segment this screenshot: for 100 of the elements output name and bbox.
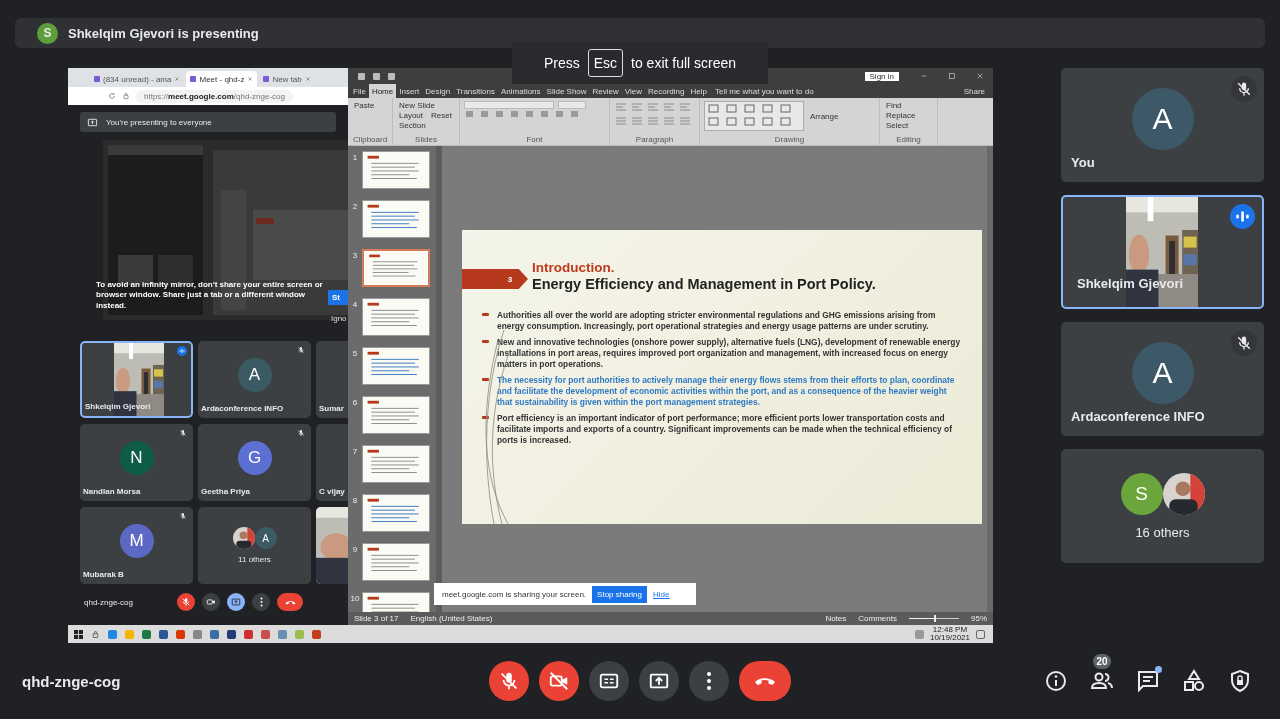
slide-thumbnail[interactable] xyxy=(362,396,430,434)
present-button[interactable] xyxy=(227,593,245,611)
slide-thumbnail[interactable] xyxy=(362,494,430,532)
slide-thumbnail[interactable] xyxy=(362,543,430,581)
meeting-code: qhd-znge-cog xyxy=(21,672,122,690)
reload-icon xyxy=(108,92,116,100)
sign-in-button[interactable]: Sign in xyxy=(864,71,899,81)
close-icon xyxy=(247,76,254,82)
info-button[interactable] xyxy=(1044,669,1068,693)
captions-button[interactable] xyxy=(589,661,629,701)
slide-thumbnail[interactable] xyxy=(362,347,430,385)
ribbon-tab[interactable]: Recording xyxy=(645,84,688,98)
microphone-button[interactable] xyxy=(489,661,529,701)
more-button[interactable] xyxy=(252,593,270,611)
avatar: G xyxy=(237,440,272,475)
ribbon-tab[interactable]: Help xyxy=(687,84,710,98)
shapes-button[interactable] xyxy=(1182,669,1206,693)
shield-button[interactable] xyxy=(1228,669,1252,693)
slide-thumbnail[interactable] xyxy=(362,298,430,336)
windows-icon[interactable] xyxy=(74,629,83,639)
camera-button[interactable] xyxy=(202,593,220,611)
ribbon-group-label: Paragraph xyxy=(634,135,675,144)
ribbon-tab[interactable]: Animations xyxy=(498,84,544,98)
bullet-icon xyxy=(482,416,489,420)
presenting-message: Shkelqim Gjevori is presenting xyxy=(68,25,259,41)
ribbon-button[interactable]: Replace xyxy=(884,111,918,120)
slide-thumbnail[interactable] xyxy=(362,445,430,483)
tell-me-field[interactable]: Tell me what you want to do xyxy=(714,84,814,98)
shapes-icon xyxy=(1182,669,1206,693)
ribbon-tab[interactable]: Design xyxy=(422,84,454,98)
clock[interactable]: 12:48 PM 10/19/2021 xyxy=(929,625,970,643)
participant-name: Mubarak B xyxy=(83,570,124,579)
font-size-field[interactable] xyxy=(558,101,586,109)
participant-name: C vijay xyxy=(319,487,345,496)
minimize-icon[interactable] xyxy=(921,73,927,79)
zoom-level[interactable]: 95% xyxy=(971,614,987,623)
bullet-text: Authorities all over the world are adopting stricter environmental regulations and GHG emissions arising from energy consumption. Increasingly, port operational strategies and energy usage patterns are under scrutiny. xyxy=(497,310,937,332)
present-button[interactable] xyxy=(639,661,679,701)
slide-thumbnail[interactable] xyxy=(362,249,430,287)
ribbon-button[interactable]: Layout xyxy=(397,111,426,120)
ribbon-tab[interactable]: Home xyxy=(368,84,397,98)
browser-tab[interactable]: New tab xyxy=(259,71,315,87)
ribbon-button[interactable]: Paste xyxy=(352,101,377,110)
comments-button[interactable]: Comments xyxy=(858,614,897,623)
close-icon[interactable] xyxy=(977,73,983,79)
font-name-field[interactable] xyxy=(464,101,554,109)
ribbon-tab[interactable]: Review xyxy=(589,84,622,98)
slide-number: 7 xyxy=(351,446,359,456)
ribbon-button[interactable]: Find xyxy=(884,101,904,110)
stop-sharing-button[interactable]: Stop sharing xyxy=(592,585,647,603)
share-button[interactable]: St xyxy=(328,290,348,305)
bullet-text: Port efficiency is an important indicator of port performance; more efficient ports lower transportation costs and facilitate imports and exports of a country. Significant improvements can be made when the technical efficiency of ports is increased. xyxy=(497,413,953,446)
info-icon xyxy=(1044,669,1068,693)
ribbon-tab[interactable]: Transitions xyxy=(453,84,498,98)
close-icon xyxy=(174,76,181,82)
hang-up-button[interactable] xyxy=(739,661,791,701)
ribbon-tab[interactable]: Slide Show xyxy=(543,84,590,98)
microphone-off-icon xyxy=(498,670,520,692)
ribbon-tab[interactable]: Insert xyxy=(396,84,423,98)
slide-thumbnail[interactable] xyxy=(362,151,430,189)
browser-tab[interactable]: (834 unread) - ama xyxy=(90,71,185,87)
address-bar[interactable]: https://meet.google.com/qhd-znge-cog xyxy=(136,89,293,103)
slide-title: Energy Efficiency and Management in Port Policy. xyxy=(532,276,876,292)
language-label[interactable]: English (United States) xyxy=(410,614,493,623)
tray-icon[interactable] xyxy=(914,629,924,639)
ribbon-tab[interactable]: View xyxy=(621,84,646,98)
ribbon-button[interactable]: Select xyxy=(884,121,911,130)
browser-tab[interactable]: Meet - qhd-z xyxy=(186,71,258,87)
ribbon-group-label: Font xyxy=(525,135,544,144)
avatar: A xyxy=(1131,88,1194,150)
ribbon-button[interactable]: Arrange xyxy=(808,101,841,131)
notification-icon[interactable] xyxy=(976,629,985,639)
slide-thumbnail[interactable] xyxy=(362,200,430,238)
others-count: 11 others xyxy=(238,555,271,564)
hide-link[interactable]: Hide xyxy=(653,589,670,599)
ribbon-button[interactable]: Section xyxy=(397,121,428,130)
ignore-link[interactable]: Igno xyxy=(331,314,347,323)
microphone-button[interactable] xyxy=(177,593,195,611)
more-button[interactable] xyxy=(689,661,729,701)
hang-up-button[interactable] xyxy=(277,593,303,611)
ribbon-group-label: Drawing xyxy=(773,135,806,144)
camera-button[interactable] xyxy=(539,661,579,701)
share-button[interactable]: Share xyxy=(963,84,993,98)
slide-number-badge: 3 xyxy=(462,269,528,289)
lock-icon xyxy=(122,92,130,100)
avatar: A xyxy=(237,357,272,392)
warning-message: To avoid an infinity mirror, don't share your entire screen or browser window. Share just a tab or a different window instead. xyxy=(96,280,324,312)
present-icon xyxy=(231,597,241,607)
ribbon-group-label: Clipboard xyxy=(352,135,388,144)
slide-number: 4 xyxy=(351,299,359,309)
ribbon-button[interactable]: Reset xyxy=(429,111,454,120)
ribbon-tab[interactable]: File xyxy=(350,84,369,98)
ribbon-button[interactable]: New Slide xyxy=(397,101,437,110)
bullet-text: The necessity for port authorities to actively manage their energy flows stems from their efforts to plan, coordinate and facilitate the development of economic activities within the port, and as a consequence of the heavier weight that sustainability is given within the port management strategies. xyxy=(497,375,956,408)
slide-number: 3 xyxy=(351,250,359,260)
slide-number: 10 xyxy=(349,593,361,603)
chat-button[interactable] xyxy=(1136,669,1160,693)
hint-text: to exit full screen xyxy=(631,55,737,71)
notes-button[interactable]: Notes xyxy=(825,614,847,623)
maximize-icon[interactable] xyxy=(949,73,955,79)
